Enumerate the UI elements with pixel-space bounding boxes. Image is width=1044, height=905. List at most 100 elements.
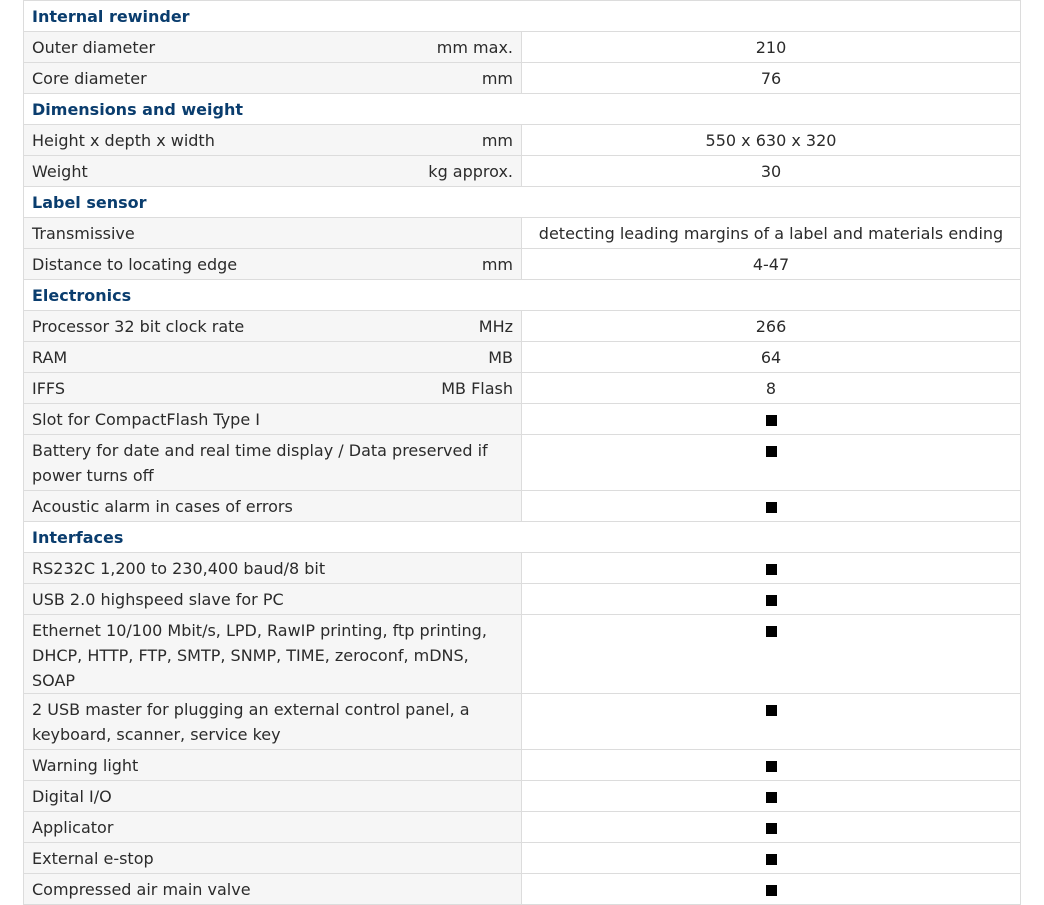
spec-label: USB 2.0 highspeed slave for PC (32, 590, 284, 609)
spec-value-cell: 550 x 630 x 320 (520, 124, 1022, 156)
spec-label-wrap: Compressed air main valve (32, 877, 513, 902)
feature-included-icon (765, 415, 777, 426)
spec-value: 266 (755, 317, 787, 336)
spec-value: 550 x 630 x 320 (705, 131, 837, 150)
spec-label-wrap: External e-stop (32, 846, 513, 871)
section-title: Interfaces (22, 521, 1022, 553)
spec-label-wrap: Processor 32 bit clock rate MHz (32, 314, 513, 339)
spec-row: Digital I/O (23, 780, 1022, 812)
spec-label: Slot for CompactFlash Type I (32, 410, 260, 429)
spec-label-wrap: Applicator (32, 815, 513, 840)
spec-value-cell (520, 873, 1022, 905)
spec-label-wrap: Weight kg approx. (32, 159, 513, 184)
spec-value: 8 (765, 379, 777, 398)
spec-row: Weight kg approx. 30 (23, 155, 1022, 187)
spec-value: 64 (760, 348, 782, 367)
spec-value: 30 (760, 162, 782, 181)
spec-value-cell (520, 614, 1022, 694)
spec-label-wrap: RS232C 1,200 to 230,400 baud/8 bit (32, 556, 513, 581)
spec-value-cell: 76 (520, 62, 1022, 94)
spec-value-cell: detecting leading margins of a label and… (520, 217, 1022, 249)
spec-unit: mm (481, 255, 513, 274)
feature-included-icon (765, 564, 777, 575)
spec-label: External e-stop (32, 849, 154, 868)
section-header-row: Interfaces (22, 521, 1022, 553)
spec-label: Core diameter (32, 69, 147, 88)
spec-label-cell: IFFS MB Flash (23, 372, 522, 404)
spec-label-cell: Weight kg approx. (23, 155, 522, 187)
spec-label: 2 USB master for plugging an external co… (32, 700, 470, 744)
section-header-row: Label sensor (22, 186, 1022, 218)
spec-row: Slot for CompactFlash Type I (23, 403, 1022, 435)
spec-label: Height x depth x width (32, 131, 215, 150)
spec-label: Digital I/O (32, 787, 112, 806)
spec-row: USB 2.0 highspeed slave for PC (23, 583, 1022, 615)
spec-row: External e-stop (23, 842, 1022, 874)
spec-label-cell: Core diameter mm (23, 62, 522, 94)
feature-included-icon (765, 823, 777, 834)
spec-value-cell: 64 (520, 341, 1022, 373)
feature-included-icon (765, 446, 777, 457)
spec-label-wrap: 2 USB master for plugging an external co… (32, 697, 513, 747)
spec-unit: kg approx. (428, 162, 513, 181)
feature-included-icon (765, 854, 777, 865)
section-title: Internal rewinder (22, 0, 1022, 32)
spec-value-cell (520, 780, 1022, 812)
spec-row: Height x depth x width mm 550 x 630 x 320 (23, 124, 1022, 156)
spec-value-cell (520, 434, 1022, 491)
spec-unit: MB (488, 348, 513, 367)
spec-label-wrap: USB 2.0 highspeed slave for PC (32, 587, 513, 612)
spec-unit: MB Flash (441, 379, 513, 398)
section-header-row: Dimensions and weight (22, 93, 1022, 125)
spec-label-wrap: Acoustic alarm in cases of errors (32, 494, 513, 519)
spec-label-cell: Processor 32 bit clock rate MHz (23, 310, 522, 342)
spec-value-cell: 30 (520, 155, 1022, 187)
spec-row: Compressed air main valve (23, 873, 1022, 905)
spec-label-cell: Transmissive (23, 217, 522, 249)
spec-label-cell: Outer diameter mm max. (23, 31, 522, 63)
feature-included-icon (765, 595, 777, 606)
spec-label-cell: RAM MB (23, 341, 522, 373)
spec-row: Transmissive detecting leading margins of… (23, 217, 1022, 249)
spec-label: Battery for date and real time display /… (32, 441, 488, 485)
spec-value-cell: 266 (520, 310, 1022, 342)
spec-unit: mm (481, 69, 513, 88)
section-header-row: Electronics (22, 279, 1022, 311)
spec-label: Warning light (32, 756, 139, 775)
spec-label: RAM (32, 348, 68, 367)
spec-unit: mm max. (436, 38, 513, 57)
spec-label-wrap: Battery for date and real time display /… (32, 438, 513, 488)
spec-label-cell: 2 USB master for plugging an external co… (23, 693, 522, 750)
feature-included-icon (765, 705, 777, 716)
spec-value-cell: 210 (520, 31, 1022, 63)
spec-label: Outer diameter (32, 38, 156, 57)
spec-row: Warning light (23, 749, 1022, 781)
spec-table-body: Internal rewinder Outer diameter mm max. 21… (22, 0, 1022, 905)
spec-label-cell: USB 2.0 highspeed slave for PC (23, 583, 522, 615)
spec-label-cell: External e-stop (23, 842, 522, 874)
spec-label-wrap: Core diameter mm (32, 66, 513, 91)
spec-label: IFFS (32, 379, 65, 398)
section-title: Electronics (22, 279, 1022, 311)
spec-value: 4-47 (752, 255, 790, 274)
spec-row: IFFS MB Flash 8 (23, 372, 1022, 404)
feature-included-icon (765, 626, 777, 637)
spec-table: Internal rewinder Outer diameter mm max. 21… (22, 0, 1022, 905)
spec-value-cell (520, 842, 1022, 874)
spec-label: Transmissive (32, 224, 135, 243)
spec-label: Weight (32, 162, 88, 181)
spec-value-cell (520, 749, 1022, 781)
spec-label-wrap: Distance to locating edge mm (32, 252, 513, 277)
spec-label-wrap: Digital I/O (32, 784, 513, 809)
spec-label-cell: Compressed air main valve (23, 873, 522, 905)
spec-label-cell: Height x depth x width mm (23, 124, 522, 156)
spec-row: 2 USB master for plugging an external co… (23, 693, 1022, 750)
spec-label: RS232C 1,200 to 230,400 baud/8 bit (32, 559, 326, 578)
spec-row: Core diameter mm 76 (23, 62, 1022, 94)
spec-label: Acoustic alarm in cases of errors (32, 497, 293, 516)
spec-label-wrap: Transmissive (32, 221, 513, 246)
feature-included-icon (765, 761, 777, 772)
spec-value: 76 (760, 69, 782, 88)
section-title: Label sensor (22, 186, 1022, 218)
spec-label-wrap: Ethernet 10/100 Mbit/s, LPD, RawIP print… (32, 618, 513, 693)
